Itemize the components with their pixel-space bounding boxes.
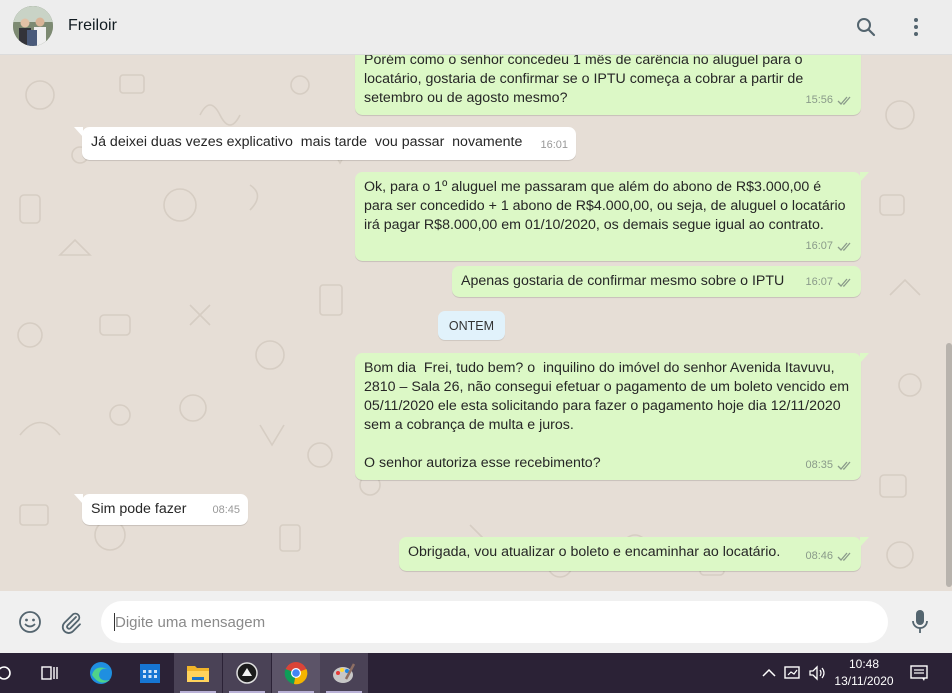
system-clock[interactable]: 10:48 13/11/2020 <box>828 656 900 690</box>
paint-icon[interactable] <box>320 653 368 693</box>
chevron-up-icon[interactable] <box>759 663 779 683</box>
task-view-icon[interactable] <box>26 653 74 693</box>
message-input[interactable] <box>101 601 888 643</box>
message-time: 16:07 <box>805 276 833 288</box>
message-meta: 16:07 <box>805 273 853 292</box>
message-time: 16:07 <box>805 240 833 252</box>
file-explorer-icon[interactable] <box>174 653 222 693</box>
bubble-tail <box>860 172 869 182</box>
read-ticks-icon <box>837 461 851 470</box>
chat-scrollbar[interactable] <box>946 343 952 587</box>
message-time: 16:01 <box>540 139 568 151</box>
incoming-message[interactable]: Já deixei duas vezes explicativo mais ta… <box>74 127 576 160</box>
more-vertical-icon[interactable] <box>903 14 929 40</box>
read-ticks-icon <box>837 242 851 251</box>
incoming-message[interactable]: Sim pode fazer 08:45 <box>74 494 248 525</box>
outgoing-message[interactable]: Porém como o senhor concedeu 1 mês de ca… <box>355 55 861 115</box>
date-separator: ONTEM <box>438 311 505 340</box>
message-text: Apenas gostaria de confirmar mesmo sobre… <box>461 273 785 289</box>
message-time: 15:56 <box>805 94 833 106</box>
clock-date: 13/11/2020 <box>834 674 894 688</box>
windows-taskbar: 10:48 13/11/2020 <box>0 653 952 693</box>
outgoing-message[interactable]: Ok, para o 1º aluguel me passaram que al… <box>355 172 869 261</box>
edge-icon[interactable] <box>77 653 125 693</box>
contact-name[interactable]: Freiloir <box>68 17 117 35</box>
app-icon[interactable] <box>223 653 271 693</box>
volume-icon[interactable] <box>807 663 827 683</box>
message-meta: 08:45 <box>212 501 240 520</box>
read-ticks-icon <box>837 552 851 561</box>
message-time: 08:35 <box>805 459 833 471</box>
read-ticks-icon <box>837 96 851 105</box>
emoji-icon[interactable] <box>17 609 43 635</box>
message-composer <box>0 591 952 653</box>
bubble-tail <box>74 127 83 137</box>
message-text: Porém como o senhor concedeu 1 mês de ca… <box>364 55 808 106</box>
network-icon[interactable] <box>783 663 803 683</box>
chrome-icon[interactable] <box>272 653 320 693</box>
message-meta: 15:56 <box>805 91 853 110</box>
search-icon[interactable] <box>853 14 879 40</box>
message-meta: 16:01 <box>540 136 568 155</box>
contact-avatar[interactable] <box>13 6 53 46</box>
outgoing-message[interactable]: Apenas gostaria de confirmar mesmo sobre… <box>452 266 861 297</box>
message-meta: 08:46 <box>805 547 853 566</box>
notification-icon[interactable] <box>909 663 929 683</box>
clock-time: 10:48 <box>848 657 880 671</box>
outgoing-message[interactable]: Bom dia Frei, tudo bem? o inquilino do i… <box>355 353 869 480</box>
message-meta: 08:35 <box>805 456 853 475</box>
message-time: 08:45 <box>212 504 240 516</box>
message-text: Ok, para o 1º aluguel me passaram que al… <box>364 179 850 233</box>
outgoing-message[interactable]: Obrigada, vou atualizar o boleto e encam… <box>399 537 869 571</box>
message-list[interactable]: Porém como o senhor concedeu 1 mês de ca… <box>0 55 952 591</box>
bubble-tail <box>74 494 83 504</box>
microphone-icon[interactable] <box>907 609 933 635</box>
message-text: Bom dia Frei, tudo bem? o inquilino do i… <box>364 360 850 471</box>
text-caret <box>114 613 115 631</box>
start-icon[interactable] <box>0 653 28 693</box>
message-text: Obrigada, vou atualizar o boleto e encam… <box>408 544 781 560</box>
paperclip-icon[interactable] <box>58 609 84 635</box>
calendar-icon[interactable] <box>126 653 174 693</box>
message-time: 08:46 <box>805 550 833 562</box>
message-meta: 16:07 <box>805 237 853 256</box>
read-ticks-icon <box>837 278 851 287</box>
bubble-tail <box>860 537 869 547</box>
chat-header: Freiloir <box>0 0 952 55</box>
message-text: Já deixei duas vezes explicativo mais ta… <box>91 134 523 150</box>
bubble-tail <box>860 353 869 363</box>
